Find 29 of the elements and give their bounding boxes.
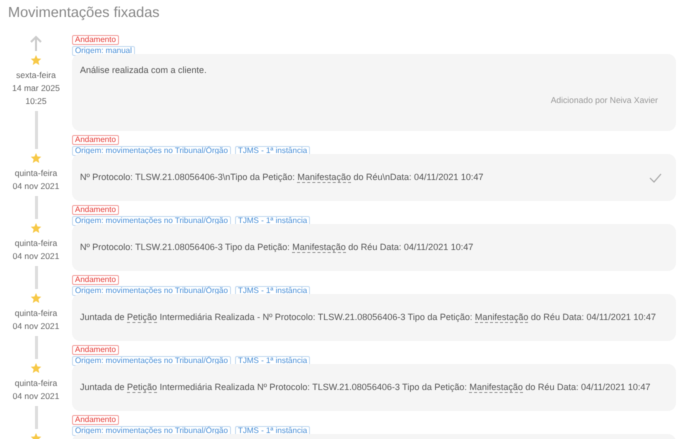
date-label: 04 nov 2021	[12, 250, 60, 263]
entry-text: Nº Protocolo: TLSW.21.08056406-3\nTipo da Petição: Manifestação do Réu\nData: 04/11/2021 10:47	[80, 171, 484, 184]
entry-text: Nº Protocolo: TLSW.21.08056406-3 Tipo da Petição: Manifestação do Réu Data: 04/11/2021 10:47	[80, 241, 474, 254]
author-note: Adicionado por Neiva Xavier	[550, 94, 658, 106]
status-tag: Andamento	[72, 135, 119, 145]
date-label: quinta-feira	[14, 167, 58, 180]
entry-text: Juntada de Petição Intermediária Realizada - Nº Protocolo: TLSW.21.08056406-3 Tipo da Petição: Manifestação do Réu Data: 04/11/2021 10:47	[80, 311, 657, 324]
date-label: quinta-feira	[14, 237, 58, 250]
star-icon	[30, 292, 42, 304]
status-tag: Andamento	[72, 345, 119, 355]
star-icon	[30, 152, 42, 164]
date-label: 04 nov 2021	[12, 180, 60, 193]
status-tag: Andamento	[72, 35, 119, 45]
entry-text: Análise realizada com a cliente.	[80, 64, 208, 77]
star-icon	[30, 222, 42, 234]
page-title: Movimentações fixadas	[8, 4, 161, 22]
entry-text: Juntada de Petição Intermediária Realizada Nº Protocolo: TLSW.21.08056406-3 Tipo da Petição: Manifestação do Réu Data: 04/11/2021 10:47	[80, 381, 652, 394]
date-label: 04 nov 2021	[12, 320, 60, 333]
date-label: 14 mar 2025	[12, 82, 60, 95]
date-label: sexta-feira	[15, 69, 57, 82]
status-tag: Andamento	[72, 415, 119, 425]
date-label: 10:25	[24, 95, 48, 108]
status-tag: Andamento	[72, 205, 119, 215]
star-icon	[30, 362, 42, 374]
star-icon	[30, 54, 42, 66]
status-tag: Andamento	[72, 275, 119, 285]
date-label: 04 nov 2021	[12, 390, 60, 403]
date-label: quinta-feira	[14, 377, 58, 390]
date-label: quinta-feira	[14, 307, 58, 320]
